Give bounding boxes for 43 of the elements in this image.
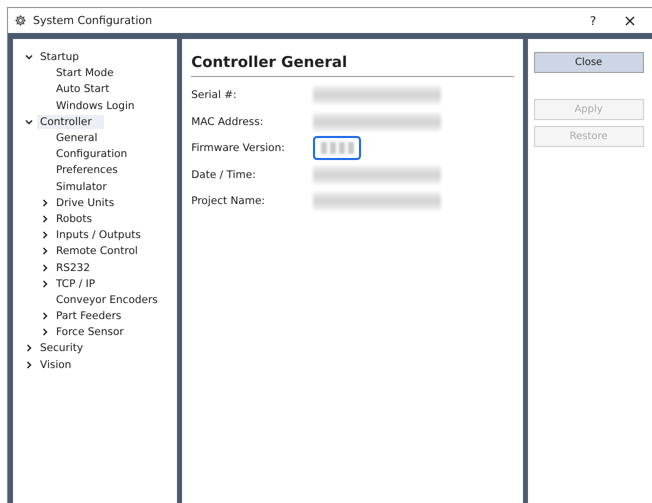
panel-title: Controller General xyxy=(191,53,514,77)
field-label: Firmware Version: xyxy=(191,142,286,154)
chevron-right-icon[interactable] xyxy=(41,231,49,240)
chevron-down-icon[interactable] xyxy=(25,118,33,126)
tree-item[interactable]: General xyxy=(53,131,100,146)
tree-item[interactable]: Inputs / Outputs xyxy=(53,228,144,242)
tree-item[interactable]: TCP / IP xyxy=(53,276,98,291)
chevron-right-icon[interactable] xyxy=(41,328,49,336)
tree-item[interactable]: Force Sensor xyxy=(53,325,127,340)
dialog-button[interactable]: Close xyxy=(534,52,644,73)
chevron-right-icon[interactable] xyxy=(41,312,49,320)
field-label: MAC Address: xyxy=(191,116,264,128)
tree-item[interactable]: Drive Units xyxy=(53,196,118,210)
window-title: System Configuration xyxy=(33,14,154,27)
close-button[interactable]: × xyxy=(608,11,652,30)
tree-item[interactable]: Part Feeders xyxy=(53,309,124,324)
tree-item[interactable]: Security xyxy=(37,341,86,356)
chevron-right-icon[interactable] xyxy=(25,344,33,352)
tree-item[interactable]: Auto Start xyxy=(53,82,112,96)
help-button[interactable]: ? xyxy=(578,14,608,28)
chevron-right-icon[interactable] xyxy=(41,198,49,207)
chevron-down-icon[interactable] xyxy=(25,53,33,62)
tree-item[interactable]: Controller xyxy=(37,114,104,129)
tree-item[interactable]: Windows Login xyxy=(53,98,138,113)
tree-item[interactable]: RS232 xyxy=(53,260,94,275)
chevron-right-icon[interactable] xyxy=(41,247,49,256)
gear-icon xyxy=(14,14,27,27)
chevron-right-icon[interactable] xyxy=(25,360,33,369)
tree-item[interactable]: Preferences xyxy=(53,163,121,178)
tree-item[interactable]: Startup xyxy=(37,50,82,64)
tree-item[interactable]: Configuration xyxy=(53,147,130,162)
tree-item[interactable]: Simulator xyxy=(53,180,110,194)
chevron-right-icon[interactable] xyxy=(41,264,49,272)
field-label: Project Name: xyxy=(191,195,266,208)
tree-item[interactable]: Start Mode xyxy=(53,66,117,80)
tree-item[interactable]: Remote Control xyxy=(53,244,141,258)
tree-item[interactable]: Vision xyxy=(37,358,74,372)
chevron-right-icon[interactable] xyxy=(41,214,49,223)
field-label: Serial #: xyxy=(191,89,238,102)
field-label: Date / Time: xyxy=(191,168,257,181)
tree-item[interactable]: Conveyor Encoders xyxy=(53,292,161,307)
tree-item[interactable]: Robots xyxy=(53,212,95,226)
chevron-right-icon[interactable] xyxy=(41,280,49,288)
